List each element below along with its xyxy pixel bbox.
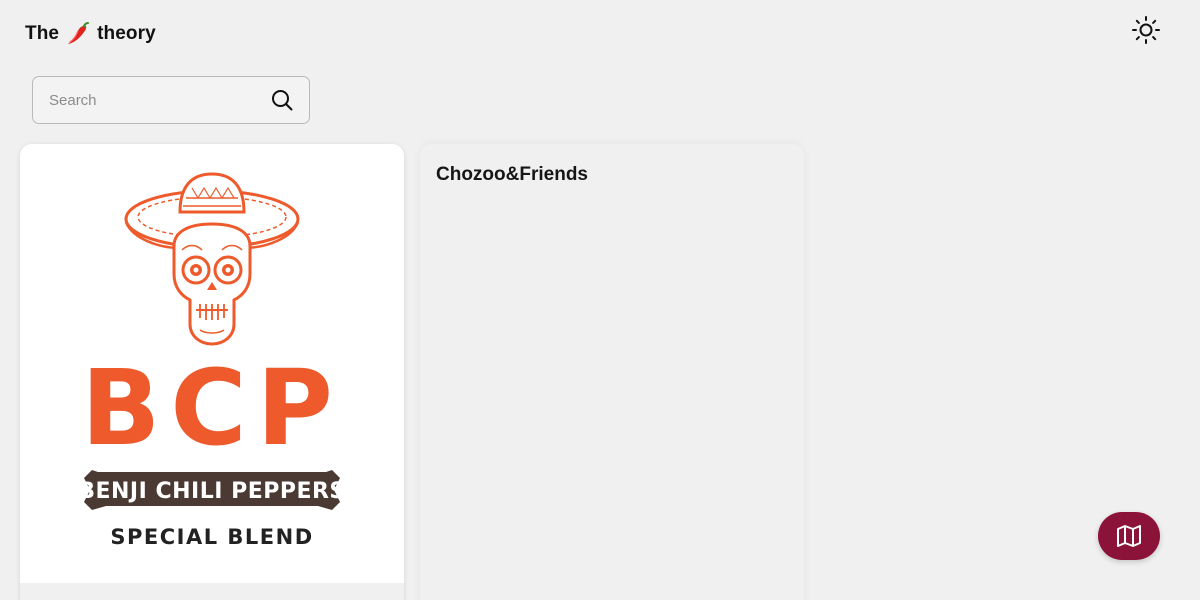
chili-pepper-icon [65, 21, 91, 47]
search-input[interactable] [49, 91, 269, 109]
map-view-button[interactable] [1098, 512, 1160, 560]
sombrero-skull-icon [124, 171, 300, 346]
search-button[interactable] [269, 87, 295, 113]
logo-banner-text: BENJI CHILI PEPPERS [78, 479, 346, 504]
product-card[interactable]: BCP BENJI CHILI PEPPERS SPECIAL BLEND [20, 144, 404, 600]
brand-prefix: The [25, 23, 60, 44]
card-title: Chozoo&Friends [436, 164, 588, 185]
logo-subtitle: SPECIAL BLEND [110, 525, 313, 549]
app-root: The theory Search BCP BENJI CHILI PEPPER… [0, 0, 1200, 600]
site-title[interactable]: The theory [25, 21, 156, 47]
map-icon [1114, 521, 1144, 551]
search-box [32, 76, 310, 124]
search-icon [270, 88, 294, 112]
product-card[interactable]: Chozoo&Friends [420, 144, 804, 600]
logo-letters: BCP [81, 347, 343, 469]
product-logo-image: BCP BENJI CHILI PEPPERS SPECIAL BLEND [20, 144, 404, 583]
sun-icon [1131, 15, 1161, 45]
brand-suffix: theory [97, 23, 156, 44]
theme-toggle-button[interactable] [1128, 12, 1164, 48]
